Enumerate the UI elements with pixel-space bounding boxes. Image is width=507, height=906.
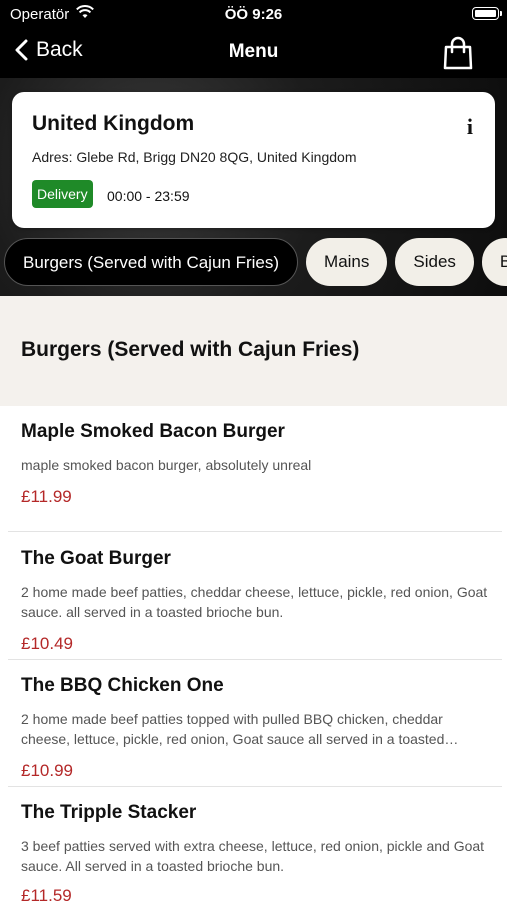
- divider: [8, 531, 502, 532]
- section-header: Burgers (Served with Cajun Fries): [0, 296, 507, 406]
- tab-sides[interactable]: Sides: [395, 238, 474, 286]
- battery-icon: [472, 7, 502, 20]
- item-description: 3 beef patties served with extra cheese,…: [21, 838, 485, 874]
- shopping-bag-icon[interactable]: [443, 36, 473, 75]
- item-description: 2 home made beef patties topped with pul…: [21, 711, 459, 747]
- menu-item[interactable]: Maple Smoked Bacon Burger maple smoked b…: [0, 421, 507, 531]
- tab-partial[interactable]: B: [481, 238, 507, 286]
- tab-mains[interactable]: Mains: [306, 238, 388, 286]
- item-price: £10.49: [21, 634, 73, 653]
- store-info-card: United Kingdom i Adres: Glebe Rd, Brigg …: [12, 92, 495, 228]
- item-description: maple smoked bacon burger, absolutely un…: [21, 457, 312, 473]
- navigation-bar: Back Menu: [0, 28, 507, 78]
- info-icon[interactable]: i: [467, 114, 473, 140]
- menu-item[interactable]: The Goat Burger 2 home made beef patties…: [0, 548, 507, 658]
- store-name: United Kingdom: [32, 112, 195, 135]
- item-price: £11.59: [21, 886, 72, 905]
- clock: ÖÖ 9:26: [224, 6, 283, 23]
- item-name: The Tripple Stacker: [21, 802, 197, 823]
- divider: [8, 659, 502, 660]
- item-name: Maple Smoked Bacon Burger: [21, 421, 285, 442]
- item-name: The BBQ Chicken One: [21, 675, 224, 696]
- page-title: Menu: [228, 41, 279, 62]
- delivery-badge: Delivery: [32, 180, 93, 208]
- item-description: 2 home made beef patties, cheddar cheese…: [21, 584, 488, 620]
- tab-burgers[interactable]: Burgers (Served with Cajun Fries): [4, 238, 299, 286]
- section-title: Burgers (Served with Cajun Fries): [21, 338, 360, 361]
- item-name: The Goat Burger: [21, 548, 171, 569]
- menu-item[interactable]: The BBQ Chicken One 2 home made beef pat…: [0, 675, 507, 785]
- item-price: £10.99: [21, 761, 73, 780]
- divider: [8, 786, 502, 787]
- store-address: Adres: Glebe Rd, Brigg DN20 8QG, United …: [32, 149, 357, 165]
- status-bar: Operatör ÖÖ 9:26: [0, 0, 507, 28]
- item-price: £11.99: [21, 487, 72, 506]
- menu-item[interactable]: The Tripple Stacker 3 beef patties serve…: [0, 802, 507, 905]
- category-tabs: Burgers (Served with Cajun Fries) Mains …: [4, 238, 507, 286]
- opening-hours: 00:00 - 23:59: [107, 188, 190, 204]
